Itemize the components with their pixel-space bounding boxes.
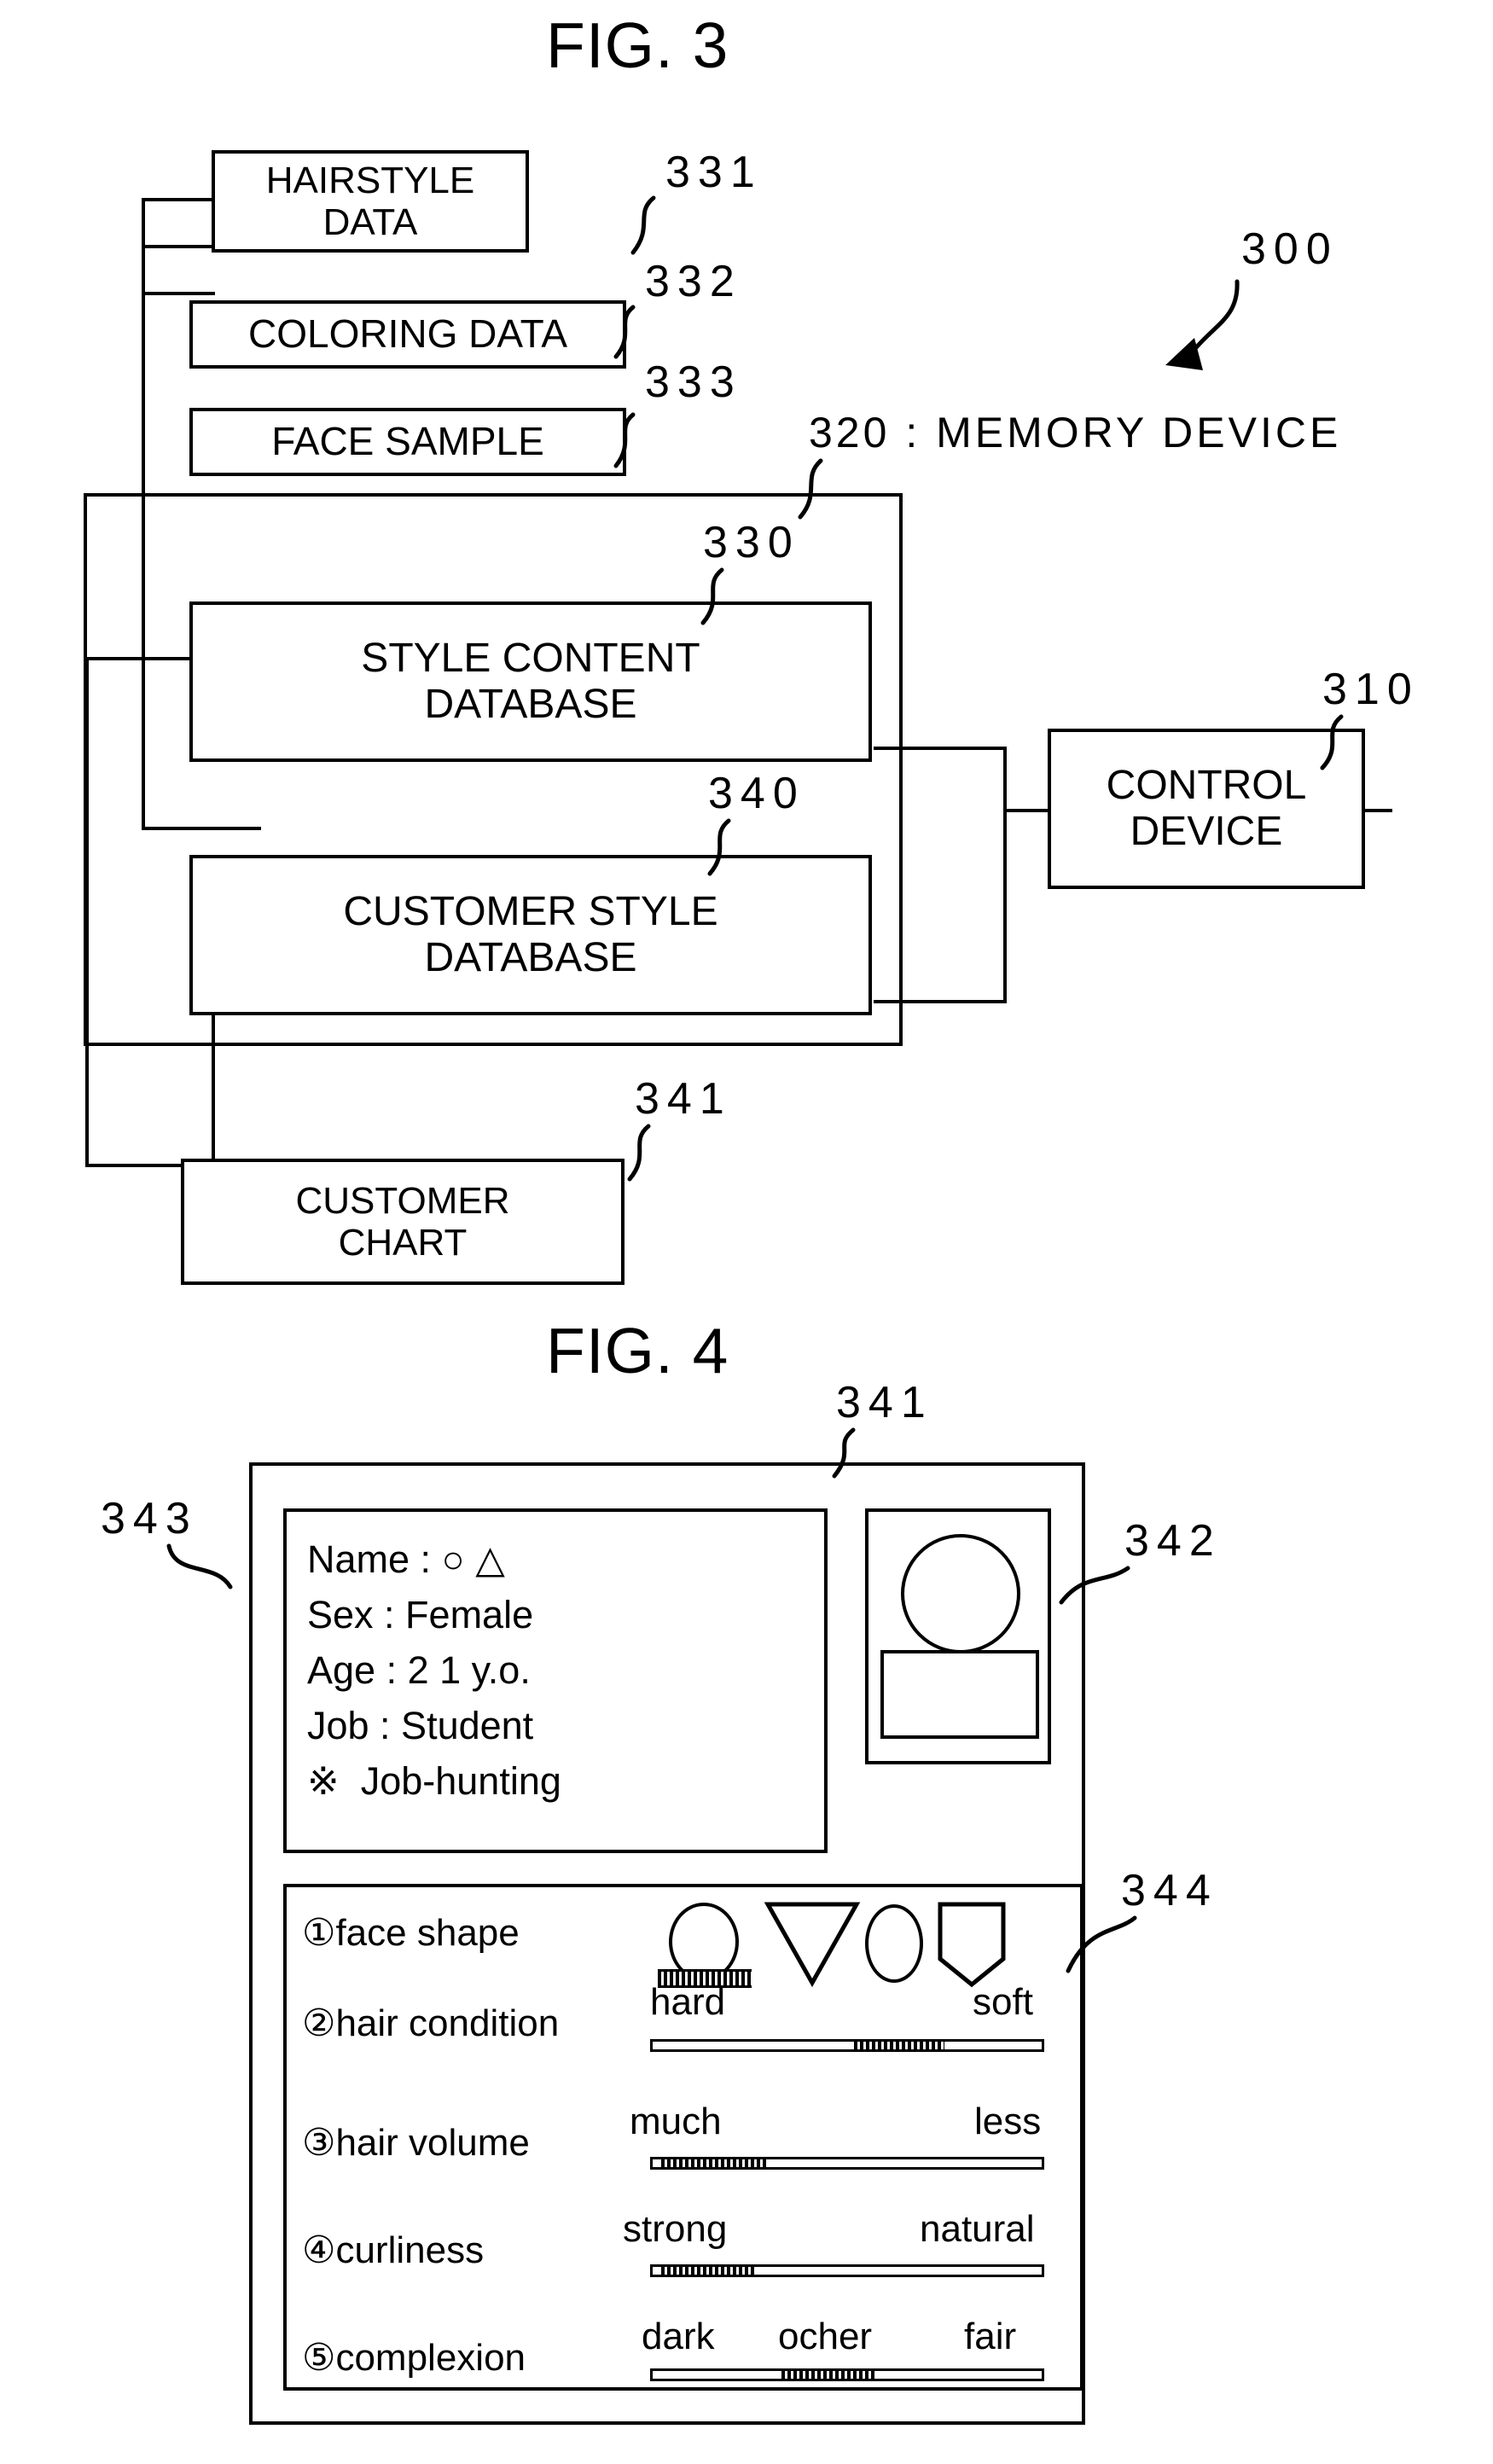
avatar-body-icon xyxy=(880,1650,1039,1739)
control-device-box[interactable]: CONTROL DEVICE xyxy=(1048,729,1365,889)
attr-row-1-label: ①face shape xyxy=(302,1911,520,1955)
customer-style-database-box[interactable]: CUSTOMER STYLE DATABASE xyxy=(189,855,872,1015)
style-content-database-label: STYLE CONTENT DATABASE xyxy=(361,636,700,727)
profile-line-job: Job : Student xyxy=(307,1704,534,1747)
attr-row-4-right-label: natural xyxy=(920,2208,1035,2250)
patent-figure-sheet: FIG. 3 HAIRSTYLE DATA 331 COLORING DATA … xyxy=(0,0,1493,2464)
face-shape-option-oval[interactable] xyxy=(865,1904,923,1983)
figure-3-title: FIG. 3 xyxy=(546,9,729,81)
profile-line-note: ※ Job-hunting xyxy=(307,1759,561,1803)
avatar-head-icon xyxy=(901,1534,1020,1653)
attr-row-3-left-label: much xyxy=(630,2101,722,2142)
attr-row-2-label: ②hair condition xyxy=(302,2002,559,2045)
customer-chart-box[interactable]: CUSTOMER CHART xyxy=(181,1159,625,1285)
attr-row-3-slider-thumb[interactable] xyxy=(661,2157,769,2170)
profile-line-age: Age : 2 1 y.o. xyxy=(307,1648,531,1692)
attr-row-2-left-label: hard xyxy=(650,1981,726,2023)
attr-row-5-right-label: fair xyxy=(964,2316,1017,2357)
attr-row-4-name: curliness xyxy=(335,2229,485,2271)
bus-right-customer-db xyxy=(874,1000,1007,1003)
attr-row-3-index: ③ xyxy=(302,2122,336,2164)
customer-style-database-label: CUSTOMER STYLE DATABASE xyxy=(343,889,718,980)
hairstyle-data-label: HAIRSTYLE DATA xyxy=(265,159,475,243)
face-sample-label: FACE SAMPLE xyxy=(271,419,544,464)
ref-310: 310 xyxy=(1322,665,1420,714)
bus-right-style-db xyxy=(874,747,1007,750)
coloring-data-box[interactable]: COLORING DATA xyxy=(189,300,626,369)
ref-331: 331 xyxy=(665,148,763,197)
profile-line-name: Name : ○ △ xyxy=(307,1537,505,1581)
attr-row-2-name: hair condition xyxy=(335,2002,560,2044)
attr-row-5-label: ⑤complexion xyxy=(302,2336,526,2380)
bus-branch-hairstyle xyxy=(142,198,215,201)
attr-row-1-name: face shape xyxy=(335,1912,520,1954)
profile-line-sex: Sex : Female xyxy=(307,1593,534,1636)
bus-branch-style-db xyxy=(142,827,261,830)
figure-4-title: FIG. 4 xyxy=(546,1315,729,1386)
ref-300: 300 xyxy=(1241,224,1339,274)
ref-341-fig3: 341 xyxy=(635,1074,732,1124)
bus-right-rail xyxy=(1003,747,1007,1002)
attr-row-2-slider[interactable] xyxy=(650,2039,1044,2052)
style-content-database-box[interactable]: STYLE CONTENT DATABASE xyxy=(189,601,872,762)
attr-row-2-right-label: soft xyxy=(973,1981,1033,2023)
face-sample-box[interactable]: FACE SAMPLE xyxy=(189,408,626,476)
attr-row-3-name: hair volume xyxy=(335,2122,530,2164)
ref-341-fig4: 341 xyxy=(836,1378,933,1427)
attr-row-3-label: ③hair volume xyxy=(302,2121,530,2165)
customer-chart-label: CUSTOMER CHART xyxy=(295,1179,510,1264)
attr-row-5-left-label: dark xyxy=(642,2316,715,2357)
ref-330: 330 xyxy=(703,518,800,567)
attr-row-5-index: ⑤ xyxy=(302,2337,336,2379)
ref-343: 343 xyxy=(101,1494,198,1543)
attr-row-4-slider-thumb[interactable] xyxy=(661,2264,755,2277)
attr-row-1-index: ① xyxy=(302,1912,336,1954)
hairstyle-data-box[interactable]: HAIRSTYLE DATA xyxy=(212,150,529,253)
attr-row-5-mid-label: ocher xyxy=(778,2316,873,2357)
ref-333: 333 xyxy=(645,357,742,407)
attr-row-2-index: ② xyxy=(302,2002,336,2044)
bus-branch-coloring xyxy=(142,245,215,248)
attr-row-3-right-label: less xyxy=(974,2101,1042,2142)
attr-row-2-slider-thumb[interactable] xyxy=(854,2039,944,2052)
control-device-label: CONTROL DEVICE xyxy=(1106,763,1307,854)
attr-row-4-left-label: strong xyxy=(623,2208,728,2250)
bus-left-outer xyxy=(85,657,89,1167)
attr-row-5-name: complexion xyxy=(335,2337,526,2379)
attr-row-4-index: ④ xyxy=(302,2229,336,2271)
ref-332: 332 xyxy=(645,257,742,306)
attr-row-4-label: ④curliness xyxy=(302,2229,484,2272)
memory-device-caption: 320 : MEMORY DEVICE xyxy=(809,409,1342,456)
ref-340: 340 xyxy=(708,769,805,818)
ref-344: 344 xyxy=(1121,1866,1218,1915)
coloring-data-label: COLORING DATA xyxy=(248,311,567,357)
ref-342: 342 xyxy=(1124,1516,1222,1566)
attr-row-5-slider-thumb[interactable] xyxy=(781,2368,875,2381)
bus-branch-facesample xyxy=(142,292,215,295)
